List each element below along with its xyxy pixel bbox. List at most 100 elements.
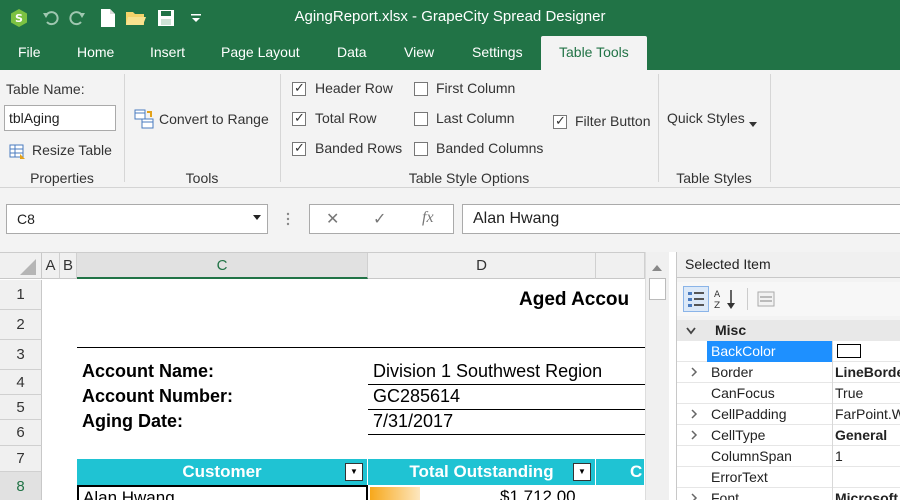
formula-buttons: ✕ ✓ fx bbox=[309, 204, 454, 234]
tab-view[interactable]: View bbox=[404, 36, 434, 70]
property-value[interactable]: LineBorder bbox=[835, 364, 900, 380]
property-row[interactable]: Font Microsoft bbox=[677, 488, 900, 500]
header-row-checkbox[interactable] bbox=[292, 80, 306, 96]
row-header[interactable]: 3 bbox=[0, 340, 42, 370]
row-header[interactable]: 7 bbox=[0, 446, 42, 472]
column-header-c[interactable]: C bbox=[77, 253, 368, 279]
collapse-icon[interactable] bbox=[685, 322, 697, 340]
aging-date-label[interactable]: Aging Date: bbox=[82, 411, 183, 432]
tab-page-layout[interactable]: Page Layout bbox=[221, 36, 300, 70]
property-row[interactable]: ErrorText bbox=[677, 467, 900, 488]
column-divider bbox=[832, 362, 833, 383]
filter-button-checkbox[interactable] bbox=[553, 113, 567, 129]
property-value[interactable]: General bbox=[835, 427, 900, 443]
account-name-label[interactable]: Account Name: bbox=[82, 361, 214, 382]
category-label: Misc bbox=[715, 322, 747, 338]
banded-columns-checkbox[interactable] bbox=[414, 142, 428, 156]
tab-data[interactable]: Data bbox=[337, 36, 367, 70]
scroll-thumb[interactable] bbox=[649, 278, 666, 300]
last-column-checkbox[interactable] bbox=[414, 112, 428, 126]
aging-date-value[interactable]: 7/31/2017 bbox=[373, 411, 453, 432]
filter-dropdown-icon[interactable]: ▼ bbox=[345, 463, 363, 481]
cancel-icon[interactable]: ✕ bbox=[326, 209, 339, 229]
expand-icon[interactable] bbox=[689, 405, 699, 423]
resize-table-button[interactable]: Resize Table bbox=[8, 140, 120, 162]
report-title[interactable]: Aged Accou bbox=[519, 289, 629, 311]
window-title: AgingReport.xlsx - GrapeCity Spread Desi… bbox=[294, 8, 606, 25]
quick-styles-label: Quick Styles bbox=[667, 110, 745, 126]
account-number-value[interactable]: GC285614 bbox=[373, 386, 460, 407]
sort-alphabetical-icon[interactable]: AZ bbox=[713, 288, 741, 313]
row-header[interactable]: 8 bbox=[0, 472, 42, 500]
property-row[interactable]: CellType General bbox=[677, 425, 900, 446]
expand-icon[interactable] bbox=[689, 489, 699, 500]
banded-rows-label: Banded Rows bbox=[315, 140, 403, 156]
row-header[interactable]: 6 bbox=[0, 420, 42, 446]
row-header[interactable]: 1 bbox=[0, 280, 42, 310]
convert-to-range-button[interactable]: Convert to Range bbox=[133, 108, 273, 132]
select-all-corner[interactable] bbox=[0, 253, 42, 279]
categorized-view-icon[interactable] bbox=[683, 286, 709, 312]
property-value[interactable]: FarPoint.Win bbox=[835, 406, 900, 422]
tab-home[interactable]: Home bbox=[77, 36, 114, 70]
property-toolbar: AZ bbox=[677, 282, 900, 316]
row-header[interactable]: 4 bbox=[0, 370, 42, 395]
property-panel: Selected Item AZ Misc BackColor Border L… bbox=[676, 252, 900, 500]
last-column-label: Last Column bbox=[436, 110, 515, 126]
total-outstanding-cell[interactable]: $1,712.00 bbox=[500, 487, 576, 500]
banded-rows-checkbox[interactable] bbox=[292, 140, 306, 156]
tab-insert[interactable]: Insert bbox=[150, 36, 185, 70]
formula-input[interactable]: Alan Hwang bbox=[462, 204, 900, 234]
account-name-value[interactable]: Division 1 Southwest Region bbox=[373, 361, 602, 382]
spreadsheet-grid[interactable]: A B C D 1 2 3 4 5 6 7 8 Aged Accou Accou… bbox=[0, 252, 645, 500]
table-header-total-outstanding[interactable]: Total Outstanding ▼ bbox=[368, 459, 596, 485]
property-category[interactable]: Misc bbox=[677, 320, 900, 341]
color-swatch[interactable] bbox=[837, 344, 861, 358]
table-name-input[interactable]: tblAging bbox=[4, 105, 116, 131]
filter-dropdown-icon[interactable]: ▼ bbox=[573, 463, 591, 481]
filter-button-label: Filter Button bbox=[575, 113, 651, 129]
first-column-checkbox[interactable] bbox=[414, 82, 428, 96]
enter-icon[interactable]: ✓ bbox=[373, 209, 386, 229]
table-header-customer[interactable]: Customer ▼ bbox=[77, 459, 368, 485]
property-row[interactable]: ColumnSpan 1 bbox=[677, 446, 900, 467]
tab-table-tools[interactable]: Table Tools bbox=[541, 36, 647, 70]
column-divider bbox=[832, 446, 833, 467]
quick-styles-button[interactable]: Quick Styles bbox=[667, 110, 763, 132]
column-header-d[interactable]: D bbox=[368, 253, 596, 279]
tab-settings[interactable]: Settings bbox=[472, 36, 523, 70]
tab-file[interactable]: File bbox=[18, 36, 41, 70]
scroll-up-icon[interactable] bbox=[650, 260, 664, 276]
property-row[interactable]: BackColor bbox=[677, 341, 900, 362]
row-header[interactable]: 5 bbox=[0, 395, 42, 420]
expand-icon[interactable] bbox=[689, 363, 699, 381]
property-value[interactable]: Microsoft bbox=[835, 490, 900, 500]
table-style-options-group-label: Table Style Options bbox=[408, 170, 530, 186]
property-value[interactable]: 1 bbox=[835, 448, 900, 464]
property-value[interactable]: True bbox=[835, 385, 900, 401]
property-row[interactable]: CellPadding FarPoint.Win bbox=[677, 404, 900, 425]
total-row-checkbox[interactable] bbox=[292, 110, 306, 126]
property-pages-icon[interactable] bbox=[755, 288, 777, 313]
column-header-e[interactable] bbox=[596, 253, 645, 279]
data-bar bbox=[370, 487, 420, 500]
expand-icon[interactable] bbox=[689, 426, 699, 444]
vertical-scrollbar[interactable] bbox=[645, 252, 669, 500]
property-row[interactable]: Border LineBorder bbox=[677, 362, 900, 383]
column-header-a[interactable]: A bbox=[42, 253, 60, 279]
group-divider bbox=[658, 74, 659, 182]
cell-reference-box[interactable]: C8 bbox=[6, 204, 268, 234]
property-row[interactable]: CanFocus True bbox=[677, 383, 900, 404]
table-header-label: Total Outstanding bbox=[409, 462, 554, 481]
insert-function-icon[interactable]: fx bbox=[422, 209, 434, 227]
table-header-partial[interactable]: C bbox=[596, 459, 645, 485]
svg-text:Z: Z bbox=[714, 301, 720, 310]
column-divider bbox=[832, 467, 833, 488]
row-header[interactable]: 2 bbox=[0, 310, 42, 340]
selected-cell[interactable]: Alan Hwang bbox=[77, 485, 368, 500]
column-divider bbox=[832, 425, 833, 446]
divider-line bbox=[368, 384, 645, 385]
chevron-down-icon[interactable] bbox=[253, 209, 261, 224]
account-number-label[interactable]: Account Number: bbox=[82, 386, 233, 407]
column-header-b[interactable]: B bbox=[60, 253, 77, 279]
